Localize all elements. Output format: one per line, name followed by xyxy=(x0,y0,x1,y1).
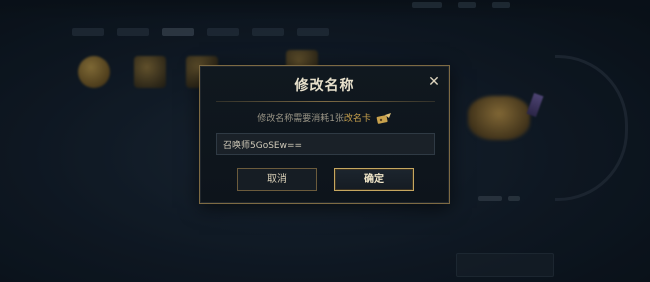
cost-description: 修改名称需要消耗1张改名卡 xyxy=(200,111,449,124)
cost-prefix-text: 修改名称需要消耗1张 xyxy=(257,114,344,124)
title-divider xyxy=(216,101,435,102)
cancel-button[interactable]: 取消 xyxy=(237,168,317,191)
confirm-button[interactable]: 确定 xyxy=(334,168,414,191)
cost-item-name: 改名卡 xyxy=(343,114,371,124)
rename-dialog: 修改名称 ✕ 修改名称需要消耗1张改名卡 取消 确定 xyxy=(199,65,450,204)
name-input[interactable] xyxy=(216,133,435,155)
dialog-title: 修改名称 xyxy=(294,78,355,94)
name-change-card-icon xyxy=(376,113,391,124)
close-button[interactable]: ✕ xyxy=(426,74,442,90)
